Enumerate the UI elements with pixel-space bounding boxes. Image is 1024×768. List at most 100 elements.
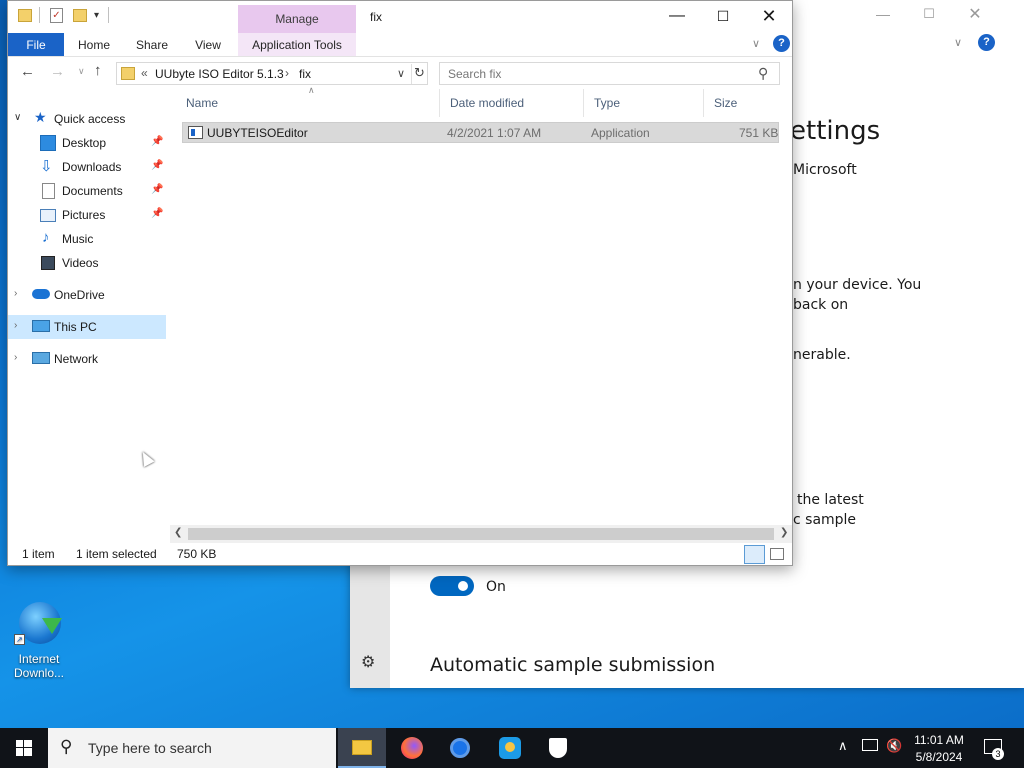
folder-icon bbox=[352, 740, 372, 755]
file-explorer-window: ✓ ▾ Manage fix — ☐ ✕ File Home Share Vie… bbox=[7, 0, 793, 566]
cloud-protection-toggle[interactable] bbox=[430, 576, 474, 596]
column-header-type[interactable]: Type bbox=[584, 89, 704, 117]
breadcrumb-segment[interactable]: fix bbox=[299, 67, 311, 81]
start-button[interactable] bbox=[0, 728, 48, 768]
nav-network[interactable]: › Network bbox=[8, 347, 166, 371]
show-hidden-icons-icon[interactable]: ∧ bbox=[838, 738, 848, 754]
shortcut-arrow-icon: ↗ bbox=[14, 634, 25, 645]
cloud-icon bbox=[32, 289, 50, 299]
horizontal-scrollbar[interactable]: ❮ ❯ bbox=[170, 525, 792, 543]
file-name[interactable]: UUBYTEISOEditor bbox=[207, 126, 308, 140]
desktop-icon bbox=[40, 135, 56, 151]
nav-label: Quick access bbox=[54, 112, 126, 126]
breadcrumb-segment[interactable]: UUbyte ISO Editor 5.1.3 bbox=[155, 67, 284, 81]
taskbar-app[interactable] bbox=[486, 728, 534, 768]
application-icon bbox=[188, 126, 203, 139]
back-arrow-icon[interactable]: ← bbox=[20, 63, 35, 80]
properties-icon[interactable]: ✓ bbox=[50, 8, 63, 23]
desktop-icon-label-line1: Internet bbox=[18, 652, 60, 666]
customize-toolbar-icon[interactable]: ▾ bbox=[94, 10, 99, 21]
selection-size: 750 KB bbox=[177, 547, 217, 561]
taskbar-chrome[interactable] bbox=[436, 728, 484, 768]
speaker-muted-icon[interactable]: 🔇 bbox=[886, 738, 902, 754]
nav-quick-access[interactable]: ∨ ★ Quick access bbox=[8, 107, 166, 131]
column-header-name[interactable]: Name bbox=[176, 89, 440, 117]
nav-pictures[interactable]: Pictures 📌 bbox=[16, 203, 166, 227]
clock-date[interactable]: 5/8/2024 bbox=[904, 750, 974, 764]
clock-time[interactable]: 11:01 AM bbox=[904, 733, 974, 747]
music-note-icon: ♪ bbox=[42, 229, 50, 246]
up-arrow-icon[interactable]: ↑ bbox=[94, 62, 102, 79]
navigation-pane: ∨ ★ Quick access Desktop 📌 ⇩ Downloads 📌… bbox=[8, 97, 168, 537]
taskbar-search[interactable]: ⚲ Type here to search bbox=[48, 728, 336, 768]
address-bar[interactable]: « UUbyte ISO Editor 5.1.3 › fix ∨ ↻ bbox=[116, 62, 428, 85]
chevron-down-icon[interactable]: ∨ bbox=[14, 112, 21, 123]
expand-ribbon-icon[interactable]: ∨ bbox=[752, 37, 760, 50]
network-status-icon[interactable] bbox=[862, 739, 878, 751]
pin-icon[interactable]: 📌 bbox=[151, 136, 163, 147]
chevron-right-icon[interactable]: › bbox=[14, 352, 17, 363]
search-input[interactable]: Search fix bbox=[448, 67, 501, 81]
tab-home[interactable]: Home bbox=[70, 33, 118, 56]
desktop-shortcut-internet-download-manager[interactable]: ↗ Internet Downlo... bbox=[8, 600, 70, 686]
forward-arrow-icon[interactable]: → bbox=[50, 63, 65, 80]
minimize-icon[interactable]: — bbox=[860, 6, 906, 26]
nav-label: Documents bbox=[62, 184, 123, 198]
breadcrumb-overflow[interactable]: « bbox=[141, 66, 148, 80]
item-count: 1 item bbox=[22, 547, 55, 561]
scroll-right-icon[interactable]: ❯ bbox=[780, 527, 788, 538]
nav-desktop[interactable]: Desktop 📌 bbox=[16, 131, 166, 155]
title-bar: ✓ ▾ Manage fix — ☐ ✕ bbox=[8, 1, 792, 33]
scroll-left-icon[interactable]: ❮ bbox=[174, 527, 182, 538]
divider bbox=[108, 7, 109, 23]
taskbar-file-explorer[interactable] bbox=[338, 728, 386, 768]
help-icon[interactable]: ? bbox=[978, 34, 995, 51]
close-button[interactable]: ✕ bbox=[746, 1, 792, 31]
pin-icon[interactable]: 📌 bbox=[151, 208, 163, 219]
tab-share[interactable]: Share bbox=[128, 33, 176, 56]
nav-this-pc[interactable]: › This PC bbox=[8, 315, 166, 339]
maximize-icon: ☐ bbox=[716, 7, 730, 24]
status-bar: 1 item 1 item selected 750 KB bbox=[8, 545, 792, 565]
tab-file[interactable]: File bbox=[8, 33, 64, 56]
pin-icon[interactable]: 📌 bbox=[151, 184, 163, 195]
windows-logo-icon bbox=[16, 740, 32, 756]
shield-icon bbox=[549, 738, 567, 758]
maximize-icon[interactable]: ☐ bbox=[906, 6, 952, 26]
nav-videos[interactable]: Videos bbox=[16, 251, 166, 275]
star-icon: ★ bbox=[34, 109, 47, 125]
nav-onedrive[interactable]: › OneDrive bbox=[8, 283, 166, 307]
help-icon[interactable]: ? bbox=[773, 35, 790, 52]
gear-icon[interactable]: ⚙ bbox=[361, 652, 375, 672]
scrollbar-thumb[interactable] bbox=[188, 528, 774, 540]
search-icon[interactable]: ⚲ bbox=[758, 65, 768, 82]
file-type: Application bbox=[591, 126, 650, 140]
chevron-right-icon[interactable]: › bbox=[14, 320, 17, 331]
close-icon[interactable]: ✕ bbox=[952, 4, 998, 24]
column-header-size[interactable]: Size bbox=[704, 89, 784, 117]
taskbar-search-input[interactable]: Type here to search bbox=[88, 740, 212, 756]
maximize-button[interactable]: ☐ bbox=[700, 1, 746, 31]
nav-music[interactable]: ♪ Music bbox=[16, 227, 166, 251]
details-view-icon[interactable] bbox=[744, 545, 765, 564]
minimize-button[interactable]: — bbox=[654, 1, 700, 31]
column-header-date[interactable]: Date modified bbox=[440, 89, 584, 117]
table-row[interactable]: UUBYTEISOEditor 4/2/2021 1:07 AM Applica… bbox=[182, 122, 779, 143]
search-box[interactable]: Search fix ⚲ bbox=[439, 62, 780, 85]
large-icons-view-icon[interactable] bbox=[770, 548, 784, 560]
settings-text-back-on: back on bbox=[793, 297, 849, 313]
manage-contextual-tab[interactable]: Manage bbox=[238, 5, 356, 33]
taskbar-windows-security[interactable] bbox=[534, 728, 582, 768]
tab-application-tools[interactable]: Application Tools bbox=[238, 33, 356, 56]
taskbar-firefox[interactable] bbox=[388, 728, 436, 768]
nav-downloads[interactable]: ⇩ Downloads 📌 bbox=[16, 155, 166, 179]
pin-icon[interactable]: 📌 bbox=[151, 160, 163, 171]
chevron-right-icon[interactable]: › bbox=[14, 288, 17, 299]
recent-locations-icon[interactable]: ∨ bbox=[78, 66, 85, 77]
nav-documents[interactable]: Documents 📌 bbox=[16, 179, 166, 203]
refresh-icon[interactable]: ↻ bbox=[414, 65, 425, 81]
chevron-down-icon[interactable]: ∨ bbox=[954, 36, 962, 49]
tab-view[interactable]: View bbox=[184, 33, 232, 56]
new-folder-icon[interactable] bbox=[73, 9, 87, 22]
address-dropdown-icon[interactable]: ∨ bbox=[397, 67, 405, 80]
